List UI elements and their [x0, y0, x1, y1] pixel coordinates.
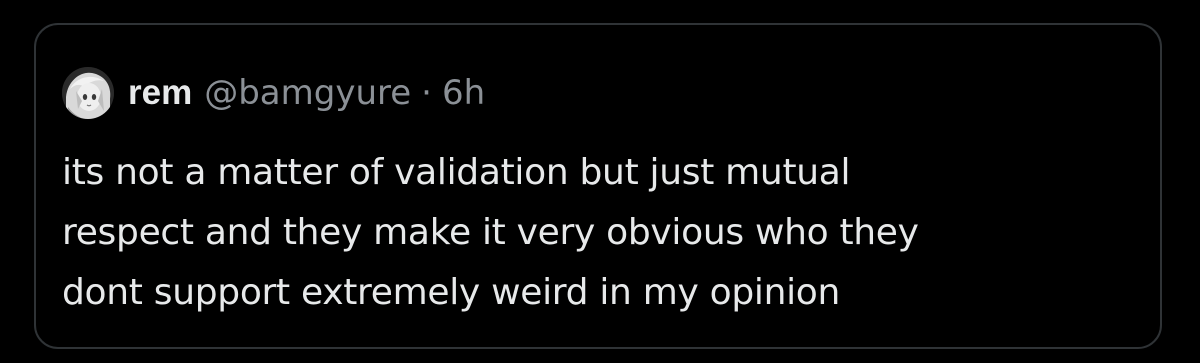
- quoted-tweet-card[interactable]: rem @bamgyure · 6h its not a matter of v…: [34, 23, 1162, 349]
- tweet-text-line: respect and they make it very obvious wh…: [62, 212, 919, 253]
- timestamp[interactable]: 6h: [442, 73, 485, 113]
- page: rem @bamgyure · 6h its not a matter of v…: [0, 0, 1200, 363]
- user-avatar[interactable]: [62, 67, 114, 119]
- tweet-text: its not a matter of validation but just …: [62, 143, 1142, 323]
- tweet-text-line: its not a matter of validation but just …: [62, 152, 851, 193]
- display-name[interactable]: rem: [128, 73, 192, 113]
- tweet-text-line: dont support extremely weird in my opini…: [62, 272, 841, 313]
- anime-avatar-icon: [62, 67, 114, 119]
- separator-dot: ·: [421, 73, 432, 113]
- tweet-header: rem @bamgyure · 6h: [62, 63, 485, 123]
- user-handle[interactable]: @bamgyure: [204, 73, 411, 113]
